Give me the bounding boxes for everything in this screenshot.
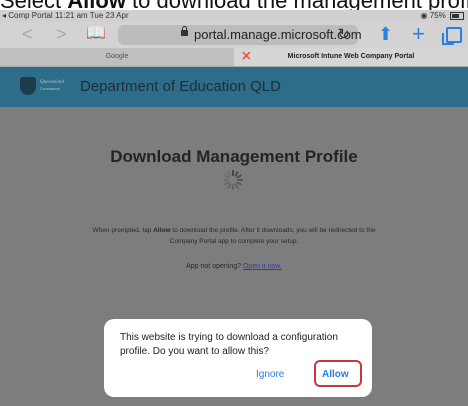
status-time: 11:21 am	[54, 11, 88, 20]
page-title: Download Management Profile	[110, 147, 358, 166]
page-content: Download Management Profile When prompte…	[0, 107, 468, 406]
bookmarks-icon[interactable]: 📖	[86, 24, 106, 44]
back-to-app[interactable]: ◂ Comp Portal	[2, 11, 53, 20]
allow-button[interactable]: Allow	[322, 369, 349, 380]
back-icon[interactable]: <	[22, 24, 33, 44]
loading-spinner-icon	[222, 169, 244, 191]
address-bar[interactable]: portal.manage.microsoft.com ↻	[118, 25, 362, 45]
tab-bar: Google ❌ Microsoft Intune Web Company Po…	[0, 48, 468, 67]
download-confirm-dialog: This website is trying to download a con…	[104, 319, 372, 397]
queensland-logo-text: Queensland Government	[40, 80, 64, 91]
new-tab-icon[interactable]: +	[412, 23, 425, 45]
status-right: ◉ 75%	[421, 11, 464, 20]
tab-intune[interactable]: ❌ Microsoft Intune Web Company Portal	[234, 48, 468, 66]
share-icon[interactable]: ⬆	[378, 23, 393, 45]
tab-google[interactable]: Google	[0, 48, 234, 66]
lock-icon	[181, 26, 188, 36]
tab-google-label: Google	[105, 53, 129, 60]
site-header: Queensland Government Department of Educ…	[0, 67, 468, 107]
battery-level: 75%	[429, 11, 446, 20]
tabs-icon[interactable]	[442, 27, 462, 45]
ignore-button[interactable]: Ignore	[256, 369, 284, 380]
reload-icon[interactable]: ↻	[337, 25, 350, 43]
open-it-now-link[interactable]: Open it now.	[243, 263, 282, 270]
status-date: Tue 23 Apr	[89, 11, 129, 20]
wifi-icon: ◉	[420, 11, 428, 20]
close-tab-icon[interactable]: ❌	[242, 48, 251, 66]
tab-intune-label: Microsoft Intune Web Company Portal	[287, 53, 415, 60]
site-title: Department of Education QLD	[80, 78, 281, 95]
instructions-allow: Allow	[153, 227, 171, 234]
battery-icon	[450, 11, 464, 20]
status-bar: ◂ Comp Portal 11:21 am Tue 23 Apr ◉ 75%	[0, 10, 468, 22]
browser-toolbar: < > 📖 portal.manage.microsoft.com ↻ ⬆ +	[0, 22, 468, 48]
forward-icon[interactable]: >	[56, 24, 67, 44]
instructions-text: When prompted, tap Allow to download the…	[92, 227, 376, 245]
dialog-message: This website is trying to download a con…	[120, 332, 338, 357]
status-left: ◂ Comp Portal 11:21 am Tue 23 Apr	[2, 11, 129, 20]
app-not-opening: App not opening? Open it now.	[186, 263, 282, 270]
queensland-crest-logo	[20, 77, 36, 95]
